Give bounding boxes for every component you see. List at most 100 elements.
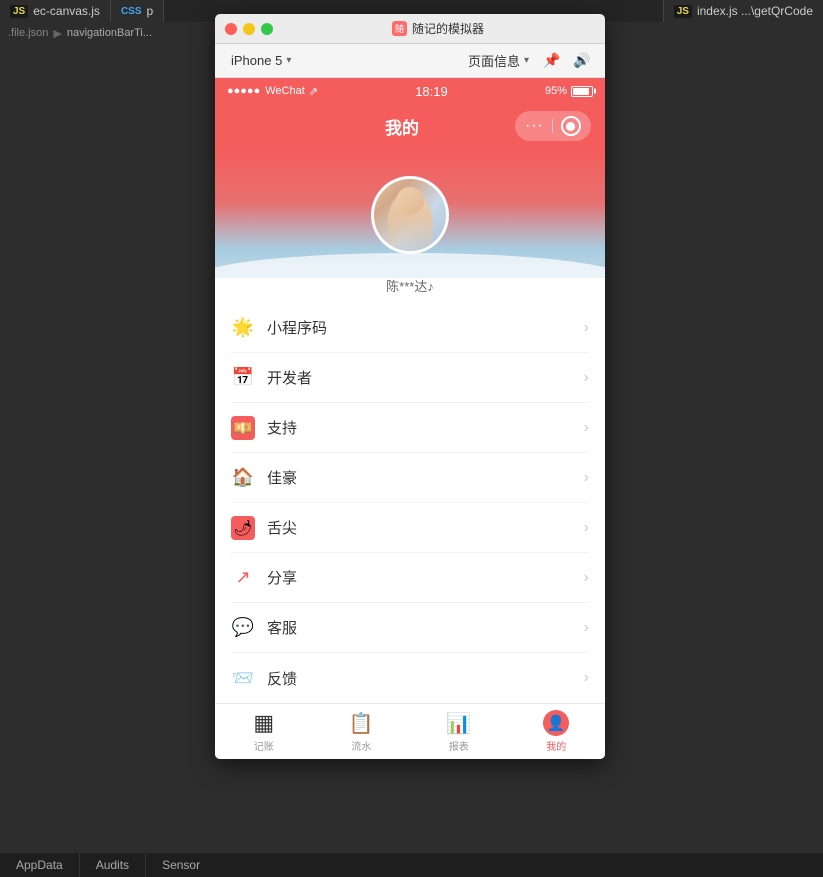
wifi-icon: ⇗ xyxy=(309,85,318,98)
ide-tab-index-js[interactable]: JS index.js ...\getQrCode xyxy=(663,0,823,22)
menu-item-developer[interactable]: 📅 开发者 › xyxy=(231,353,589,403)
ide-tab-label-1: ec-canvas.js xyxy=(33,4,100,18)
device-selector[interactable]: iPhone 5 ▾ xyxy=(225,50,297,71)
bottom-tab-sensor[interactable]: Sensor xyxy=(146,853,216,877)
maximize-button[interactable] xyxy=(261,23,273,35)
feedback-chevron-icon: › xyxy=(584,669,589,687)
device-name: iPhone 5 xyxy=(231,53,282,68)
menu-item-jiahao[interactable]: 🏠 佳豪 › xyxy=(231,453,589,503)
support-label: 支持 xyxy=(267,417,572,438)
support-chevron-icon: › xyxy=(584,419,589,437)
status-bar: ●●●●● WeChat ⇗ 18:19 95% xyxy=(215,78,605,104)
jiahao-icon: 🏠 xyxy=(231,466,255,490)
report-tab-icon: 📊 xyxy=(446,711,471,736)
window-title-icon: 随 xyxy=(392,21,407,36)
profile-header: 陈***达♪ xyxy=(215,148,605,303)
flow-tab-icon: 📋 xyxy=(349,711,374,736)
battery-icon xyxy=(571,86,593,97)
ide-tab-label-3: index.js ...\getQrCode xyxy=(697,4,813,18)
report-tab-label: 报表 xyxy=(449,738,469,753)
service-chevron-icon: › xyxy=(584,619,589,637)
shetip-chevron-icon: › xyxy=(584,519,589,537)
bottom-tab-audits[interactable]: Audits xyxy=(80,853,146,877)
tab-item-flow[interactable]: 📋 流水 xyxy=(313,711,411,753)
share-chevron-icon: › xyxy=(584,569,589,587)
window-title-area: 随 随记的模拟器 xyxy=(281,20,595,37)
miniprogram-icon: 🌟 xyxy=(231,316,255,340)
menu-item-shetip[interactable]: 🌶 舌尖 › xyxy=(231,503,589,553)
ide-tab-label-2: p xyxy=(147,4,154,18)
account-tab-icon: ▦ xyxy=(253,710,274,736)
js-icon-1: JS xyxy=(10,5,28,18)
developer-icon: 📅 xyxy=(231,366,255,390)
device-chevron-icon: ▾ xyxy=(286,55,291,66)
account-tab-label: 记账 xyxy=(254,738,274,753)
service-icon: 💬 xyxy=(231,616,255,640)
nav-vertical-divider xyxy=(552,119,553,133)
feedback-icon: 📨 xyxy=(231,666,255,690)
status-time: 18:19 xyxy=(415,84,448,99)
status-left: ●●●●● WeChat ⇗ xyxy=(227,85,318,98)
ide-bottom-tabs: AppData Audits Sensor xyxy=(0,853,823,877)
status-right: 95% xyxy=(545,85,593,97)
share-label: 分享 xyxy=(267,567,572,588)
window-controls xyxy=(225,23,273,35)
mine-tab-icon: 👤 xyxy=(543,710,569,736)
window-titlebar: 随 随记的模拟器 xyxy=(215,14,605,44)
tab-bar: ▦ 记账 📋 流水 📊 报表 👤 我的 xyxy=(215,703,605,759)
record-button[interactable] xyxy=(561,116,581,136)
tab-item-report[interactable]: 📊 报表 xyxy=(410,711,508,753)
feedback-label: 反馈 xyxy=(267,668,572,689)
sim-toolbar: iPhone 5 ▾ 页面信息 ▾ 📌 🔊 xyxy=(215,44,605,78)
phone-screen: ●●●●● WeChat ⇗ 18:19 95% 我的 ··· xyxy=(215,78,605,759)
username-label: 陈***达♪ xyxy=(215,276,605,295)
audio-icon-button[interactable]: 🔊 xyxy=(569,48,595,74)
js-icon-2: JS xyxy=(674,5,692,18)
flow-tab-label: 流水 xyxy=(351,738,371,753)
bottom-tab-appdata[interactable]: AppData xyxy=(0,853,80,877)
page-info-button[interactable]: 页面信息 ▾ xyxy=(462,48,535,73)
ide-tab-css[interactable]: CSS p xyxy=(111,0,164,22)
menu-item-support[interactable]: 💴 支持 › xyxy=(231,403,589,453)
menu-item-feedback[interactable]: 📨 反馈 › xyxy=(231,653,589,703)
breadcrumb-item: navigationBarTi... xyxy=(67,27,152,39)
developer-label: 开发者 xyxy=(267,367,572,388)
nav-title: 我的 xyxy=(385,114,419,139)
page-info-label: 页面信息 xyxy=(468,51,520,70)
shetip-label: 舌尖 xyxy=(267,517,572,538)
simulator-window: 随 随记的模拟器 iPhone 5 ▾ 页面信息 ▾ 📌 🔊 ●●●●● WeC… xyxy=(215,14,605,759)
tab-item-account[interactable]: ▦ 记账 xyxy=(215,710,313,753)
jiahao-chevron-icon: › xyxy=(584,469,589,487)
minimize-button[interactable] xyxy=(243,23,255,35)
developer-chevron-icon: › xyxy=(584,369,589,387)
breadcrumb-file: .file.json xyxy=(8,27,48,39)
page-info-chevron-icon: ▾ xyxy=(524,55,529,66)
breadcrumb-sep: ▶ xyxy=(53,27,61,40)
mine-tab-label: 我的 xyxy=(546,738,566,753)
menu-item-miniprogram[interactable]: 🌟 小程序码 › xyxy=(231,303,589,353)
avatar-container xyxy=(371,176,449,254)
miniprogram-label: 小程序码 xyxy=(267,317,572,338)
close-button[interactable] xyxy=(225,23,237,35)
menu-item-service[interactable]: 💬 客服 › xyxy=(231,603,589,653)
jiahao-label: 佳豪 xyxy=(267,467,572,488)
nav-actions: ··· xyxy=(515,111,591,141)
tab-item-mine[interactable]: 👤 我的 xyxy=(508,710,606,753)
pin-icon-button[interactable]: 📌 xyxy=(539,48,565,74)
nav-dots-icon[interactable]: ··· xyxy=(525,117,544,135)
menu-item-share[interactable]: ↗ 分享 › xyxy=(231,553,589,603)
shetip-icon: 🌶 xyxy=(231,516,255,540)
avatar xyxy=(371,176,449,254)
ide-tab-ec-canvas[interactable]: JS ec-canvas.js xyxy=(0,0,111,22)
window-title-text: 随记的模拟器 xyxy=(412,20,484,37)
service-label: 客服 xyxy=(267,617,572,638)
css-icon: CSS xyxy=(121,6,142,17)
support-icon: 💴 xyxy=(231,416,255,440)
navigation-bar: 我的 ··· xyxy=(215,104,605,148)
miniprogram-chevron-icon: › xyxy=(584,319,589,337)
share-icon: ↗ xyxy=(231,566,255,590)
battery-percent: 95% xyxy=(545,85,567,97)
carrier-name: WeChat xyxy=(265,85,305,97)
menu-list: 🌟 小程序码 › 📅 开发者 › 💴 支持 › 🏠 佳豪 › xyxy=(215,303,605,703)
signal-icon: ●●●●● xyxy=(227,85,260,97)
